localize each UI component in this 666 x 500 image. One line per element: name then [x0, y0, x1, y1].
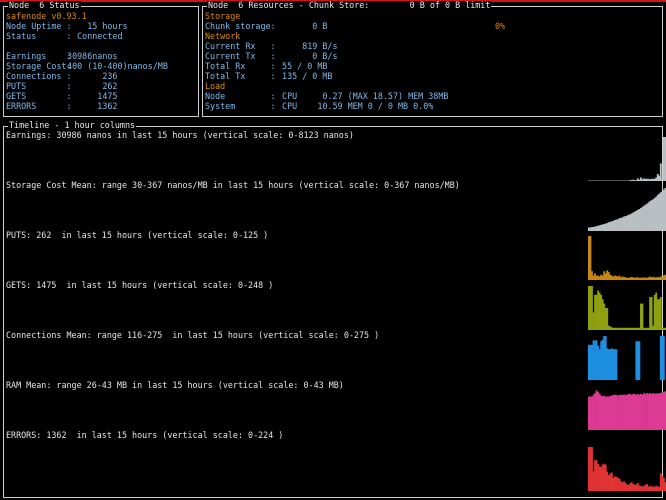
- chunk-storage-value: 0 B: [277, 21, 328, 31]
- sparkline-bar: [662, 336, 665, 380]
- status-row-value: 1362: [62, 101, 118, 111]
- status-panel-title: Node 6 Status: [8, 0, 81, 11]
- timeline-row-label: GETS: 1475 in last 15 hours (vertical sc…: [6, 280, 274, 290]
- load-row-value: CPU 10.59 MEM 0 / 0 MB 0.0%: [277, 101, 434, 111]
- sparkline-chart: [588, 390, 666, 430]
- network-row-value: 135 / 0 MB: [277, 71, 333, 81]
- timeline-row-label: ERRORS: 1362 in last 15 hours (vertical …: [6, 430, 284, 440]
- status-row-value: Connected: [62, 31, 123, 41]
- sparkline-chart: [588, 236, 666, 280]
- timeline-row-label: RAM Mean: range 26-43 MB in last 15 hour…: [6, 380, 344, 390]
- sparkline-chart: [588, 286, 666, 330]
- sparkline-bar: [638, 341, 641, 380]
- timeline-row-label: Connections Mean: range 116-275 in last …: [6, 330, 380, 340]
- sparkline-bar: [641, 303, 644, 330]
- timeline-row-label: Storage Cost Mean: range 30-367 nanos/MB…: [6, 180, 460, 190]
- chunk-storage-percent: 0%: [495, 21, 506, 31]
- sparkline-bar: [659, 297, 662, 330]
- load-row-label: System :: [205, 101, 276, 111]
- timeline-row-label: Earnings: 30986 nanos in last 15 hours (…: [6, 130, 354, 140]
- sparkline-bar: [615, 349, 618, 380]
- resources-panel-title: Node 6 Resources - Chunk Store: 0 B of 0…: [207, 0, 492, 11]
- timeline-row-label: PUTS: 262 in last 15 hours (vertical sca…: [6, 230, 269, 240]
- sparkline-chart: [588, 336, 665, 380]
- sparkline-chart: [588, 187, 666, 231]
- status-panel: Node 6 Status safenode v0.93.1 Node Upti…: [3, 0, 199, 117]
- timeline-panel: Timeline - 1 hour columns Earnings: 3098…: [3, 120, 666, 498]
- sparkline-bar: [650, 297, 653, 330]
- sparkline-chart: [588, 137, 666, 181]
- sparkline-chart: [588, 447, 666, 491]
- resources-panel: Node 6 Resources - Chunk Store: 0 B of 0…: [202, 0, 663, 117]
